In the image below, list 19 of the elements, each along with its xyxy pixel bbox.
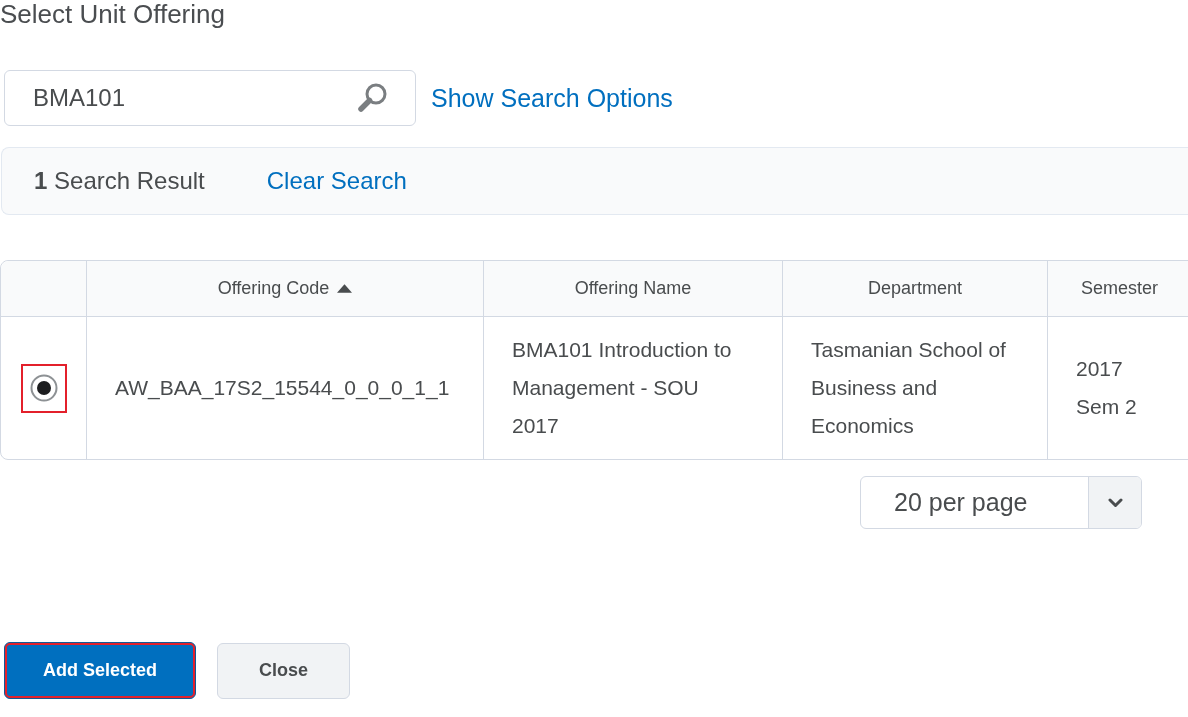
chevron-down-icon[interactable] [1107,497,1123,508]
dialog-title: Select Unit Offering [0,0,225,28]
column-header[interactable]: Department [867,278,962,299]
table-cell: BMA101 Introduction to Management - SOU 2017 [512,338,732,437]
primary-button[interactable]: Add Selected [4,642,197,699]
column-header[interactable]: Offering Name [574,278,692,299]
table-cell: AW_BAA_17S2_15544_0_0_0_1_1 [115,376,450,399]
column-header[interactable]: Offering Code [217,278,330,299]
per-page-select[interactable]: 20 per page [860,476,1142,529]
clear-search-link[interactable]: Clear Search [266,167,407,195]
search-result-count: 1 Search Result [34,167,205,195]
sort-arrow-icon[interactable] [337,284,353,293]
search-field[interactable]: BMA101 [4,70,416,126]
radio-button[interactable] [29,374,58,402]
secondary-button[interactable]: Close [217,642,351,699]
search-icon[interactable] [357,82,388,113]
table-cell: 2017 Sem 2 [1076,357,1137,418]
show-search-options-link[interactable]: Show Search Options [431,83,673,113]
table-cell: Tasmanian School of Business and Economics [811,338,1006,437]
